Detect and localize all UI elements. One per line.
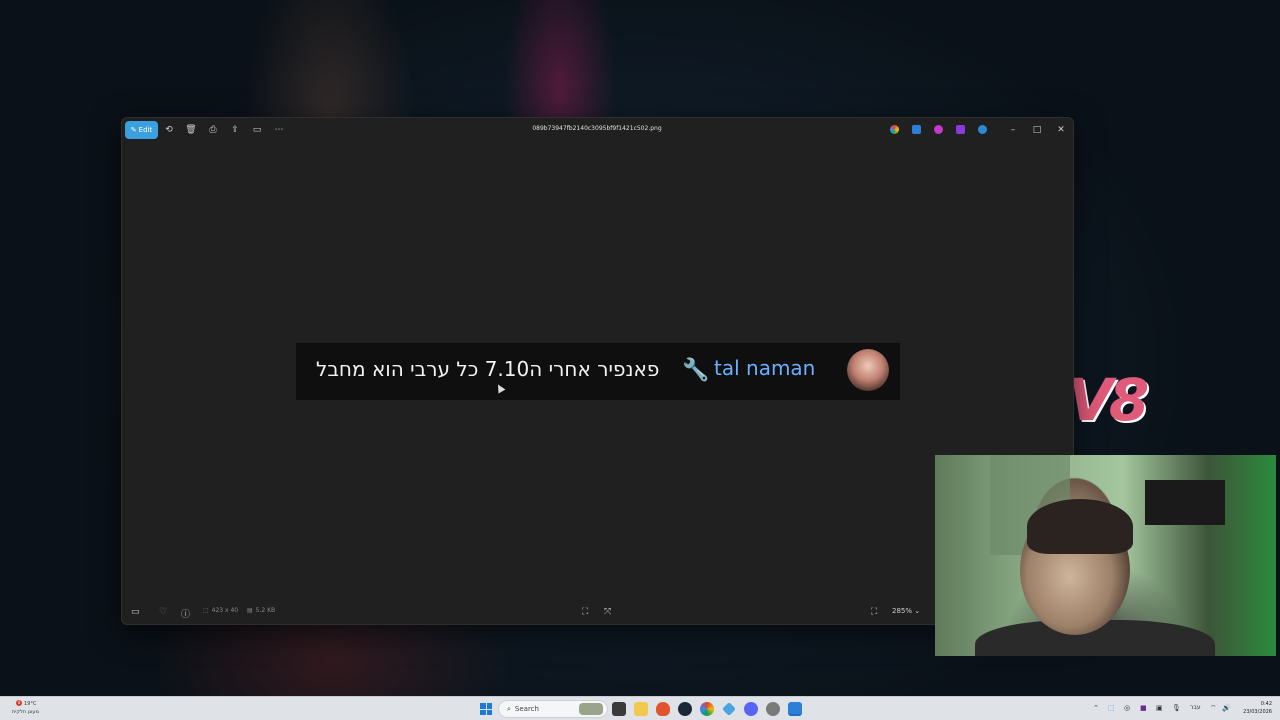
clipchamp-icon[interactable] bbox=[934, 125, 943, 134]
edit-label: Edit bbox=[138, 126, 153, 134]
tray-onenote-icon[interactable]: ■ bbox=[1140, 704, 1147, 712]
file-size: 5.2 KB bbox=[255, 607, 276, 614]
file-name: 089b73947fb2140c3095bf9f1421c502.png bbox=[532, 125, 662, 132]
webcam-background-window bbox=[1145, 480, 1225, 525]
dimensions-icon: ⬚ bbox=[203, 607, 209, 614]
microphone-icon[interactable]: 🎙 bbox=[1172, 704, 1181, 712]
clock-date: 23/03/2026 bbox=[1243, 709, 1272, 715]
brave-browser-icon[interactable] bbox=[656, 702, 670, 716]
settings-icon[interactable] bbox=[766, 702, 780, 716]
file-explorer-icon[interactable] bbox=[634, 702, 648, 716]
webcam-person-hair bbox=[1027, 499, 1133, 554]
file-size-icon: ▤ bbox=[247, 607, 253, 614]
search-icon: ⌕ bbox=[507, 704, 511, 713]
rotate-icon[interactable]: ⟲ bbox=[162, 123, 176, 137]
webcam-overlay bbox=[935, 455, 1276, 656]
search-highlight-image bbox=[579, 703, 603, 715]
tray-network-icon[interactable]: ◎ bbox=[1124, 704, 1130, 712]
app-diamond-icon[interactable] bbox=[722, 702, 736, 716]
more-options-icon[interactable]: ⋯ bbox=[272, 123, 286, 137]
discord-icon[interactable] bbox=[744, 702, 758, 716]
edit-image-icon[interactable] bbox=[912, 125, 921, 134]
taskbar-search[interactable]: ⌕ Search bbox=[498, 700, 608, 718]
google-icon[interactable] bbox=[890, 125, 899, 134]
onedrive-icon[interactable] bbox=[978, 125, 987, 134]
tray-app-icon[interactable]: ⬚ bbox=[1108, 704, 1115, 712]
photos-window: ✎ Edit ⟲ 🗑 ⎙ ⇪ ▭ ⋯ 089b73947fb2140c3095b… bbox=[121, 117, 1074, 625]
clock-time: 0:42 bbox=[1260, 701, 1272, 707]
slideshow-icon[interactable]: ▭ bbox=[250, 123, 264, 137]
minimize-button[interactable]: – bbox=[1005, 122, 1021, 138]
tray-app2-icon[interactable]: ▣ bbox=[1156, 704, 1163, 712]
info-icon[interactable]: ⓘ bbox=[181, 607, 190, 620]
chevron-down-icon: ⌄ bbox=[914, 607, 921, 615]
weather-badge: 4 bbox=[16, 700, 22, 706]
delete-icon[interactable]: 🗑 bbox=[184, 123, 198, 137]
avatar bbox=[847, 349, 889, 391]
displayed-image: פאנפיר אחרי ה7.10 כל ערבי הוא מחבל 🔧 tal… bbox=[296, 343, 900, 400]
print-icon[interactable]: ⎙ bbox=[206, 123, 220, 137]
start-button[interactable] bbox=[480, 703, 492, 715]
edit-icon: ✎ bbox=[130, 126, 137, 134]
zoom-level: 285% bbox=[892, 607, 913, 615]
title-bar: ✎ Edit ⟲ 🗑 ⎙ ⇪ ▭ ⋯ 089b73947fb2140c3095b… bbox=[122, 118, 1073, 142]
wallpaper-logo: V8 bbox=[1068, 366, 1149, 434]
volume-icon[interactable]: 🔊 bbox=[1222, 704, 1231, 712]
image-dimensions: 423 x 40 bbox=[211, 607, 239, 614]
wifi-icon[interactable]: ⌔ bbox=[1210, 704, 1217, 713]
enhance-icon[interactable]: ⤧ bbox=[604, 607, 611, 617]
weather-desc: מעונן חלקית bbox=[12, 709, 39, 715]
edit-button[interactable]: ✎ Edit bbox=[125, 121, 158, 139]
favorite-icon[interactable]: ♡ bbox=[159, 607, 167, 617]
chevron-up-icon[interactable]: ⌃ bbox=[1093, 704, 1099, 712]
language-indicator[interactable]: עבר bbox=[1190, 704, 1201, 711]
search-label: Search bbox=[514, 705, 539, 713]
system-clock[interactable]: 0:42 23/03/2026 bbox=[1236, 700, 1272, 716]
share-icon[interactable]: ⇪ bbox=[228, 123, 242, 137]
zoom-dropdown[interactable]: 285% ⌄ bbox=[892, 607, 920, 615]
photos-app-icon[interactable] bbox=[788, 702, 802, 716]
designer-icon[interactable] bbox=[956, 125, 965, 134]
crop-icon[interactable]: ⛶ bbox=[582, 607, 588, 617]
steam-icon[interactable] bbox=[678, 702, 692, 716]
chat-username: tal naman bbox=[714, 356, 816, 380]
taskbar: 19°C מעונן חלקית 4 ⌕ Search ⌃ ⬚ ◎ ■ ▣ 🎙 … bbox=[0, 696, 1280, 720]
fit-to-window-icon[interactable]: ⛶ bbox=[871, 607, 877, 617]
task-view-icon[interactable] bbox=[612, 702, 626, 716]
chat-message-text: פאנפיר אחרי ה7.10 כל ערבי הוא מחבל bbox=[316, 357, 660, 381]
close-button[interactable]: ✕ bbox=[1053, 122, 1069, 138]
filmstrip-icon[interactable]: ▭ bbox=[131, 607, 140, 617]
bottom-bar: ▭ ♡ ⓘ ⬚ 423 x 40 ▤ 5.2 KB ⛶ ⤧ ⛶ 285% ⌄ bbox=[122, 600, 1073, 624]
maximize-button[interactable]: □ bbox=[1029, 122, 1045, 138]
wrench-icon: 🔧 bbox=[682, 357, 710, 383]
chrome-icon[interactable] bbox=[700, 702, 714, 716]
